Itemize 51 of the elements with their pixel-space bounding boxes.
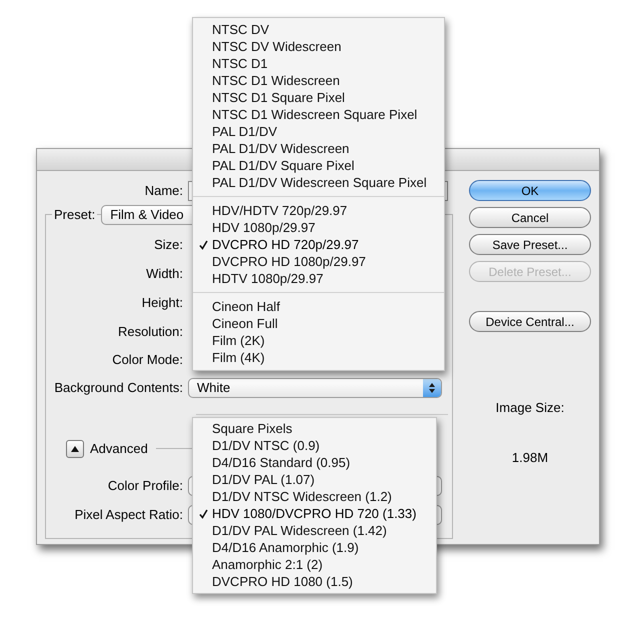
- menu-item[interactable]: NTSC D1 Widescreen: [193, 72, 444, 89]
- checkmark-icon: [199, 240, 208, 250]
- menu-item[interactable]: PAL D1/DV Widescreen Square Pixel: [193, 174, 444, 191]
- menu-item[interactable]: Cineon Full: [193, 315, 444, 332]
- disclosure-button[interactable]: [66, 440, 84, 458]
- menu-item[interactable]: D4/D16 Standard (0.95): [193, 454, 436, 471]
- field-label: Width:: [145, 264, 184, 283]
- field-label: Background Contents:: [53, 378, 184, 397]
- field-label: Height:: [140, 294, 184, 312]
- field-label: Name:: [144, 182, 184, 200]
- checkmark-icon: [199, 508, 208, 518]
- menu-item[interactable]: NTSC D1 Widescreen Square Pixel: [193, 106, 444, 123]
- menu-item[interactable]: DVCPRO HD 1080 (1.5): [193, 573, 436, 590]
- menu-item[interactable]: Cineon Half: [193, 298, 444, 315]
- menu-item[interactable]: HDV 1080p/29.97: [193, 219, 444, 236]
- dialog-button[interactable]: OK: [469, 180, 591, 201]
- up-down-arrows-icon: [428, 382, 436, 394]
- advanced-label: Advanced: [90, 440, 148, 458]
- menu-item[interactable]: D1/DV PAL (1.07): [193, 471, 436, 488]
- dialog-button[interactable]: Device Central...: [469, 311, 591, 332]
- image-size-label: Image Size:: [494, 399, 566, 417]
- menu-item[interactable]: D1/DV NTSC (0.9): [193, 437, 436, 454]
- menu-item[interactable]: D4/D16 Anamorphic (1.9): [193, 539, 436, 556]
- menu-item[interactable]: NTSC D1 Square Pixel: [193, 89, 444, 106]
- menu-item[interactable]: HDTV 1080p/29.97: [193, 270, 444, 287]
- field-label: Resolution:: [116, 322, 184, 341]
- menu-item[interactable]: NTSC DV: [193, 21, 444, 38]
- menu-item[interactable]: PAL D1/DV Widescreen: [193, 140, 444, 157]
- field-label: Color Profile:: [106, 476, 184, 495]
- field-label: Size:: [153, 236, 184, 254]
- menu-item[interactable]: Square Pixels: [193, 420, 436, 437]
- menu-item[interactable]: NTSC D1: [193, 55, 444, 72]
- background-select[interactable]: White: [188, 378, 442, 398]
- menu-item[interactable]: PAL D1/DV Square Pixel: [193, 157, 444, 174]
- menu-item[interactable]: Film (4K): [193, 349, 444, 366]
- field-label: Pixel Aspect Ratio:: [74, 506, 184, 524]
- menu-item[interactable]: D1/DV NTSC Widescreen (1.2): [193, 488, 436, 505]
- menu-item[interactable]: NTSC DV Widescreen: [193, 38, 444, 55]
- menu-item[interactable]: HDV 1080/DVCPRO HD 720 (1.33): [193, 505, 436, 522]
- image-size-value: 1.98M: [510, 448, 550, 466]
- menu-item[interactable]: D1/DV PAL Widescreen (1.42): [193, 522, 436, 539]
- menu-item[interactable]: Anamorphic 2:1 (2): [193, 556, 436, 573]
- menu-item[interactable]: PAL D1/DV: [193, 123, 444, 140]
- dialog-button[interactable]: Save Preset...: [469, 234, 591, 255]
- triangle-icon: [71, 446, 79, 452]
- dialog-button[interactable]: Cancel: [469, 207, 591, 228]
- menu-item[interactable]: HDV/HDTV 720p/29.97: [193, 202, 444, 219]
- field-label: Color Mode:: [111, 350, 184, 369]
- menu-item[interactable]: DVCPRO HD 720p/29.97: [193, 236, 444, 253]
- menu-item[interactable]: Film (2K): [193, 332, 444, 349]
- menu-item[interactable]: DVCPRO HD 1080p/29.97: [193, 253, 444, 270]
